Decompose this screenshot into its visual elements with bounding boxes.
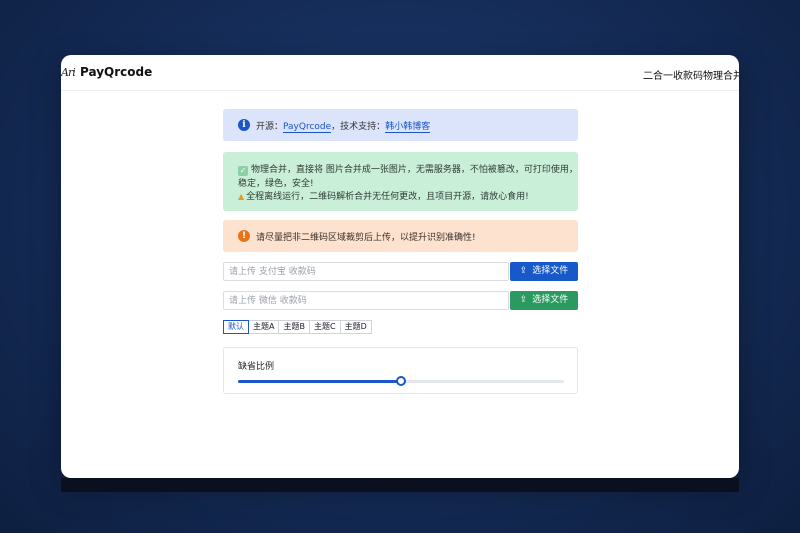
blog-link[interactable]: 韩小韩博客 [385, 122, 431, 133]
ratio-slider-handle[interactable] [396, 376, 406, 386]
window-shadow [61, 478, 739, 492]
app-window: Ari PayQrcode 二合一收款码物理合并 i 开源：PayQrcode，… [61, 55, 739, 478]
upload-icon: ⇪ [519, 266, 528, 276]
checkbox-icon: ✓ [238, 166, 248, 176]
logo-icon: Ari [61, 66, 76, 79]
theme-tab-c[interactable]: 主题C [308, 320, 341, 334]
wechat-upload-input[interactable] [223, 291, 509, 310]
info-line: 开源：PayQrcode，技术支持：韩小韩博客 [256, 119, 431, 133]
header-tagline: 二合一收款码物理合并 [643, 71, 739, 82]
info-icon: i [238, 119, 250, 131]
success-alert: ✓ 物理合并，直接将 图片合并成一张图片，无需服务器，不怕被篡改，可打印使用， 稳… [223, 152, 578, 211]
success-line-2: 稳定，绿色，安全! [238, 179, 314, 189]
wechat-button-label: 选择文件 [532, 295, 569, 305]
success-line-3-text: 全程离线运行，二维码解析合并无任何更改，且项目开源，请放心食用! [246, 192, 529, 202]
exclamation-icon: ! [238, 230, 250, 242]
success-line-3: ▲ 全程离线运行，二维码解析合并无任何更改，且项目开源，请放心食用! [238, 189, 529, 202]
info-prefix: 开源： [256, 122, 284, 132]
alipay-button-label: 选择文件 [532, 266, 569, 276]
app-header: Ari PayQrcode 二合一收款码物理合并 [61, 55, 739, 91]
info-alert: i 开源：PayQrcode，技术支持：韩小韩博客 [223, 109, 578, 141]
warning-text: 请尽量把非二维码区域裁剪后上传，以提升识别准确性! [256, 233, 476, 243]
alipay-upload-input[interactable] [223, 262, 509, 281]
wechat-select-file-button[interactable]: ⇪ 选择文件 [510, 291, 578, 310]
success-line-1: ✓ 物理合并，直接将 图片合并成一张图片，无需服务器，不怕被篡改，可打印使用， [238, 162, 578, 176]
theme-tab-d[interactable]: 主题D [339, 320, 372, 334]
ratio-card: 缺省比例 [223, 347, 578, 394]
ratio-slider-fill [238, 380, 401, 383]
info-middle: ，技术支持： [331, 122, 386, 132]
success-line-1-text: 物理合并，直接将 图片合并成一张图片，无需服务器，不怕被篡改，可打印使用， [251, 165, 578, 175]
theme-selector: 默认 主题A 主题B 主题C 主题D [223, 320, 372, 334]
payqrcode-link[interactable]: PayQrcode [283, 122, 332, 133]
theme-tab-a[interactable]: 主题A [248, 320, 280, 334]
upload-icon: ⇪ [519, 295, 528, 305]
ratio-label: 缺省比例 [238, 362, 275, 372]
theme-tab-default[interactable]: 默认 [223, 320, 249, 334]
brand-name[interactable]: PayQrcode [80, 65, 152, 79]
warning-triangle-icon: ▲ [238, 192, 245, 201]
warning-alert: ! 请尽量把非二维码区域裁剪后上传，以提升识别准确性! [223, 220, 578, 252]
ratio-slider[interactable] [238, 376, 564, 386]
alipay-select-file-button[interactable]: ⇪ 选择文件 [510, 262, 578, 281]
theme-tab-b[interactable]: 主题B [278, 320, 310, 334]
